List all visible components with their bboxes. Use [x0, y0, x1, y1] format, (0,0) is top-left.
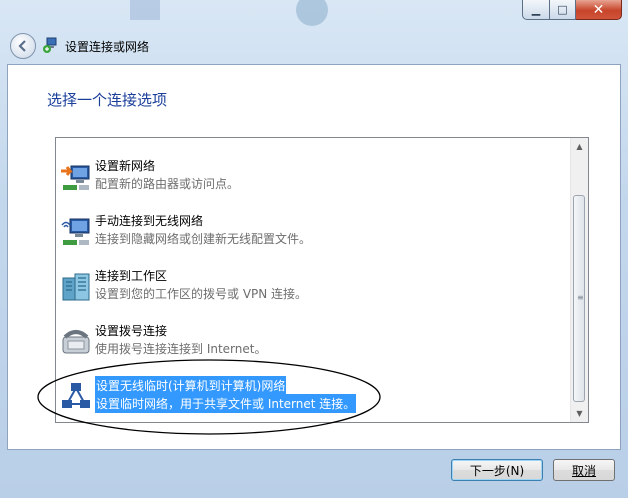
- caption-buttons: ▁ □ ✕: [522, 0, 622, 20]
- back-arrow-icon: [18, 40, 26, 52]
- minimize-button[interactable]: ▁: [522, 0, 550, 20]
- wireless-manual-icon: [61, 218, 90, 245]
- dialup-icon: [62, 330, 90, 354]
- router-setup-icon: [61, 165, 90, 190]
- option-description: 设置到您的工作区的拨号或 VPN 连接。: [95, 287, 308, 301]
- option-adhoc-network[interactable]: 设置无线临时(计算机到计算机)网络 设置临时网络，用于共享文件或 Interne…: [56, 368, 566, 420]
- option-title: 连接到工作区: [95, 269, 168, 283]
- option-title: 设置拨号连接: [95, 324, 168, 338]
- option-description: 设置临时网络，用于共享文件或 Internet 连接。: [95, 394, 357, 413]
- option-title: 手动连接到无线网络: [95, 214, 204, 228]
- connection-options-list[interactable]: 设置新网络 配置新的路由器或访问点。 手动连接到无线网络 连接到隐藏网络或创建新…: [55, 137, 589, 423]
- option-description: 配置新的路由器或访问点。: [95, 177, 240, 191]
- window-title: 设置连接或网络: [65, 40, 150, 54]
- option-manual-wireless[interactable]: 手动连接到无线网络 连接到隐藏网络或创建新无线配置文件。: [56, 203, 566, 255]
- list-scrollbar[interactable]: ▲ ≡ ▼: [570, 138, 588, 422]
- workplace-icon: [62, 273, 90, 301]
- scroll-up-arrow-icon[interactable]: ▲: [571, 138, 588, 155]
- cancel-button[interactable]: 取消: [553, 459, 615, 481]
- scroll-down-arrow-icon[interactable]: ▼: [571, 405, 588, 422]
- option-title: 设置新网络: [95, 159, 156, 173]
- option-description: 连接到隐藏网络或创建新无线配置文件。: [95, 232, 312, 246]
- page-heading: 选择一个连接选项: [47, 91, 168, 109]
- window-frame: ▁ □ ✕ 设置连接或网络 选择一个连接选项 设置新网络 配置新的路由器或访问点…: [0, 0, 628, 498]
- next-button[interactable]: 下一步(N): [451, 459, 543, 481]
- scrollbar-grip-icon: ≡: [577, 293, 584, 302]
- option-title: 设置无线临时(计算机到计算机)网络: [95, 376, 287, 395]
- maximize-button[interactable]: □: [550, 0, 576, 20]
- option-new-network[interactable]: 设置新网络 配置新的路由器或访问点。: [56, 148, 566, 200]
- network-setup-icon: [43, 37, 57, 53]
- option-dialup[interactable]: 设置拨号连接 使用拨号连接连接到 Internet。: [56, 313, 566, 365]
- back-button[interactable]: [10, 33, 36, 59]
- close-button[interactable]: ✕: [576, 0, 622, 20]
- option-description: 使用拨号连接连接到 Internet。: [95, 342, 267, 356]
- cancel-label: 取消: [571, 463, 596, 478]
- background-internet-icon: [296, 0, 328, 26]
- option-workplace[interactable]: 连接到工作区 设置到您的工作区的拨号或 VPN 连接。: [56, 258, 566, 310]
- adhoc-network-icon: [62, 383, 90, 408]
- wizard-content: 选择一个连接选项 设置新网络 配置新的路由器或访问点。 手动连接到无线网络 连接…: [7, 64, 621, 481]
- scrollbar-thumb[interactable]: ≡: [573, 195, 585, 402]
